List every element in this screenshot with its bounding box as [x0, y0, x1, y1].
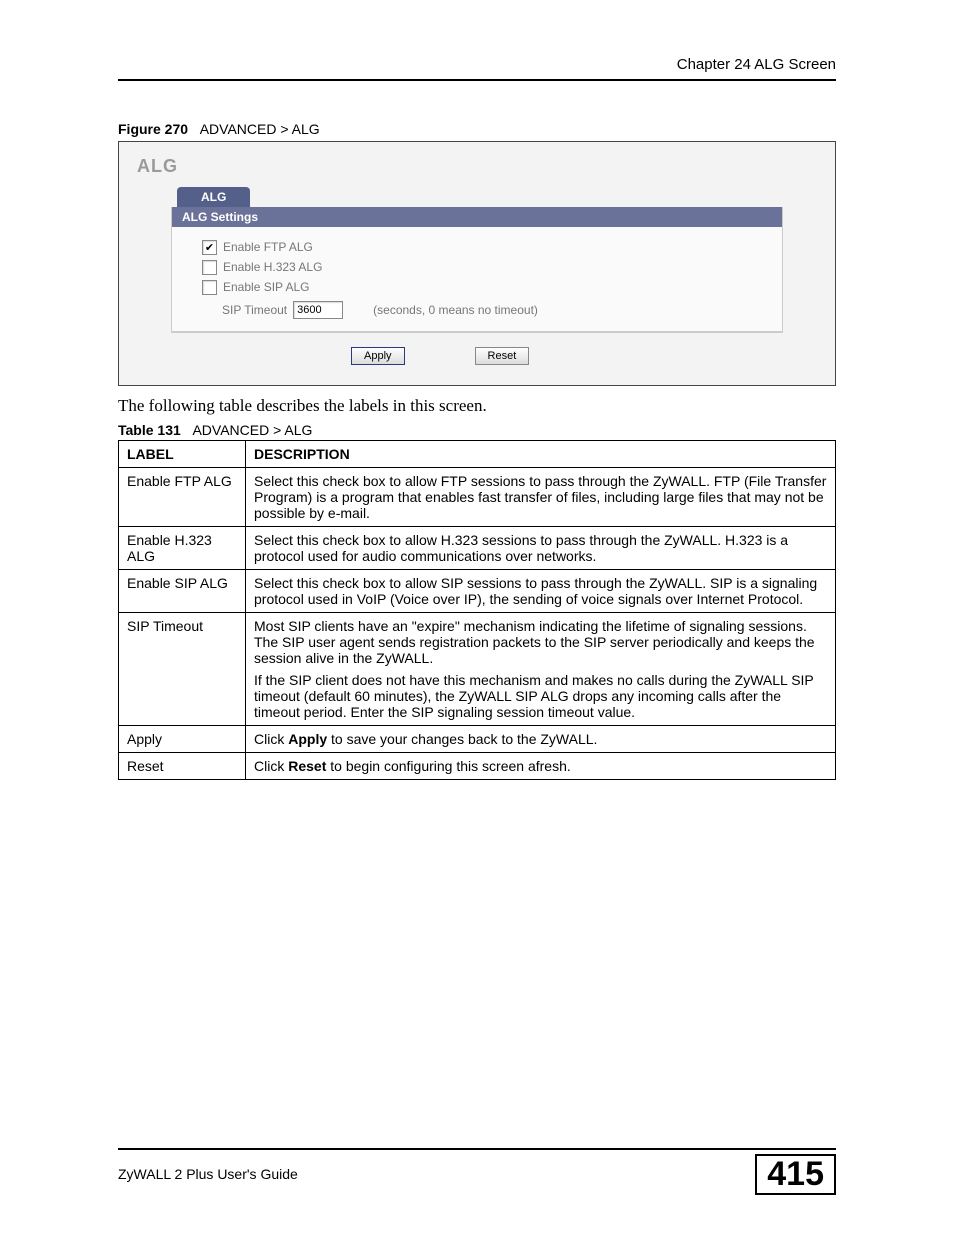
row-desc: Select this check box to allow FTP sessi… [246, 468, 836, 527]
table-title: ADVANCED > ALG [192, 422, 312, 438]
reset-button[interactable]: Reset [475, 347, 530, 365]
table-row: Apply Click Apply to save your changes b… [119, 726, 836, 753]
row-label: Enable SIP ALG [119, 570, 246, 613]
intro-text: The following table describes the labels… [118, 396, 836, 416]
row-desc: Most SIP clients have an "expire" mechan… [246, 613, 836, 726]
row-desc: Select this check box to allow H.323 ses… [246, 527, 836, 570]
sip-timeout-label: SIP Timeout [222, 303, 287, 317]
page-footer: ZyWALL 2 Plus User's Guide 415 [118, 1148, 836, 1195]
tab-alg[interactable]: ALG [177, 187, 250, 207]
enable-ftp-checkbox[interactable] [202, 240, 217, 255]
table-caption: Table 131 ADVANCED > ALG [118, 422, 836, 438]
row-desc: Click Apply to save your changes back to… [246, 726, 836, 753]
row-desc-p1: Most SIP clients have an "expire" mechan… [254, 618, 827, 666]
enable-h323-checkbox[interactable] [202, 260, 217, 275]
footer-guide-title: ZyWALL 2 Plus User's Guide [118, 1166, 298, 1182]
enable-h323-label: Enable H.323 ALG [223, 260, 322, 274]
table-label: Table 131 [118, 422, 181, 438]
alg-panel: ALG ALG ALG Settings Enable FTP ALG Enab… [118, 141, 836, 386]
table-row: Enable SIP ALG Select this check box to … [119, 570, 836, 613]
row-label: Reset [119, 753, 246, 780]
table-row: Enable H.323 ALG Select this check box t… [119, 527, 836, 570]
table-row: Enable FTP ALG Select this check box to … [119, 468, 836, 527]
enable-sip-checkbox[interactable] [202, 280, 217, 295]
table-row: SIP Timeout Most SIP clients have an "ex… [119, 613, 836, 726]
enable-ftp-label: Enable FTP ALG [223, 240, 313, 254]
row-label: SIP Timeout [119, 613, 246, 726]
figure-caption: Figure 270 ADVANCED > ALG [118, 121, 836, 137]
row-label: Enable FTP ALG [119, 468, 246, 527]
th-description: DESCRIPTION [246, 441, 836, 468]
table-row: Reset Click Reset to begin configuring t… [119, 753, 836, 780]
apply-button[interactable]: Apply [351, 347, 405, 365]
sip-timeout-input[interactable] [293, 301, 343, 319]
page-number: 415 [755, 1154, 836, 1195]
description-table: LABEL DESCRIPTION Enable FTP ALG Select … [118, 440, 836, 780]
enable-sip-label: Enable SIP ALG [223, 280, 310, 294]
panel-title: ALG [137, 156, 823, 177]
sip-timeout-hint: (seconds, 0 means no timeout) [373, 303, 538, 317]
alg-settings-header: ALG Settings [172, 207, 782, 227]
chapter-header: Chapter 24 ALG Screen [118, 56, 836, 81]
row-desc: Click Reset to begin configuring this sc… [246, 753, 836, 780]
th-label: LABEL [119, 441, 246, 468]
figure-label: Figure 270 [118, 121, 188, 137]
row-label: Apply [119, 726, 246, 753]
row-label: Enable H.323 ALG [119, 527, 246, 570]
row-desc-p2: If the SIP client does not have this mec… [254, 672, 827, 720]
row-desc: Select this check box to allow SIP sessi… [246, 570, 836, 613]
alg-settings-panel: ALG Settings Enable FTP ALG Enable H.323… [171, 207, 783, 332]
figure-title: ADVANCED > ALG [200, 121, 320, 137]
tab-strip: ALG [177, 187, 823, 207]
table-header-row: LABEL DESCRIPTION [119, 441, 836, 468]
